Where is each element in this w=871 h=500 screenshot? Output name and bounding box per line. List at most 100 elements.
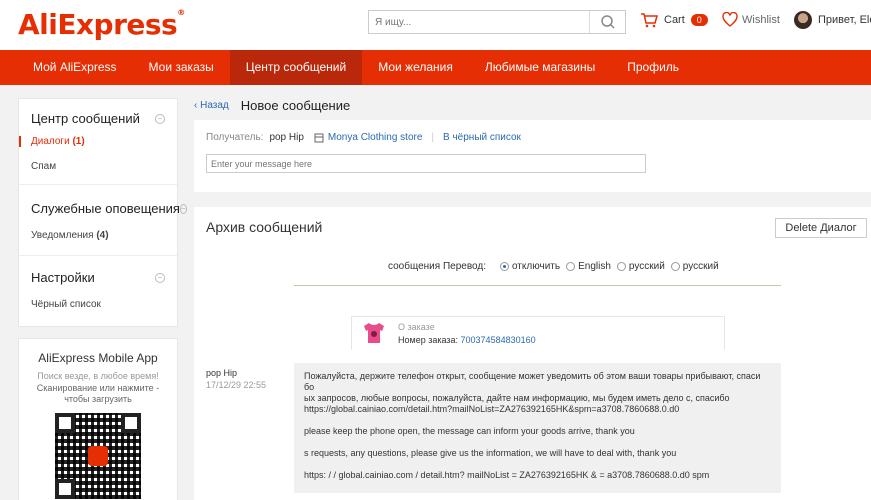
translate-option-label: русский xyxy=(682,261,719,272)
new-message-header: ‹ Назад Новое сообщение xyxy=(194,98,350,113)
divider xyxy=(294,285,781,286)
sidebar-section-settings: Настройки − Чёрный список xyxy=(19,255,177,326)
message-input[interactable] xyxy=(206,154,646,173)
store-icon xyxy=(314,133,324,142)
message-line: s requests, any questions, please give u… xyxy=(304,448,677,458)
translate-radio-off[interactable] xyxy=(499,262,509,271)
notifications-label: Уведомления xyxy=(31,230,94,241)
nav-item-wishlist[interactable]: Мои желания xyxy=(362,50,469,85)
nav-item-my-orders[interactable]: Мои заказы xyxy=(133,50,230,85)
cart-count-badge: 0 xyxy=(690,14,708,26)
order-number-label: Номер заказа: xyxy=(398,335,459,345)
main-nav: Мой AliExpress Мои заказы Центр сообщени… xyxy=(0,50,871,85)
aliexpress-bag-icon xyxy=(88,446,108,466)
delete-dialog-button[interactable]: Delete Диалог xyxy=(775,218,867,238)
nav-item-favorite-stores[interactable]: Любимые магазины xyxy=(469,50,611,85)
qr-corner xyxy=(55,413,75,433)
separator: | xyxy=(431,132,435,143)
cart-link[interactable]: Cart 0 xyxy=(640,12,708,28)
message-time: 17/12/29 22:55 xyxy=(206,380,267,390)
app-promo-title: AliExpress Mobile App xyxy=(38,351,158,365)
search-input[interactable] xyxy=(369,11,589,33)
logo-mark: ® xyxy=(177,8,185,17)
user-menu[interactable]: Привет, Ele xyxy=(794,11,871,29)
app-promo-subtitle: Поиск везде, в любое время! xyxy=(37,371,159,381)
nav-item-my-aliexpress[interactable]: Мой AliExpress xyxy=(0,50,133,85)
order-number-link[interactable]: 700374584830160 xyxy=(461,335,536,345)
sidebar-section-title[interactable]: Настройки − xyxy=(31,270,165,285)
message-line: бо xyxy=(304,382,315,392)
nav-item-message-center[interactable]: Центр сообщений xyxy=(229,50,363,85)
message-gap xyxy=(304,459,771,470)
section-title-text: Служебные оповещения xyxy=(31,201,180,216)
translate-option-label: русский xyxy=(628,261,665,272)
search-button[interactable] xyxy=(589,11,625,33)
translate-options: сообщения Перевод: отключить English рус… xyxy=(388,261,719,272)
app-promo-scan-text: Сканирование или нажмите - чтобы загрузит… xyxy=(19,383,177,405)
section-title-text: Настройки xyxy=(31,270,95,285)
nav-item-profile[interactable]: Профиль xyxy=(611,50,695,85)
order-label: О заказе xyxy=(398,322,435,332)
notifications-count: (4) xyxy=(96,230,109,241)
qr-corner xyxy=(55,479,75,499)
sender-name: pop Hip xyxy=(206,368,238,378)
sidebar-item-dialogs[interactable]: Диалоги (1) xyxy=(19,136,165,147)
translate-option-label: English xyxy=(578,261,611,272)
translate-radio-russian[interactable] xyxy=(616,262,626,271)
new-message-panel: Получатель: pop Hip Monya Clothing store… xyxy=(194,120,871,192)
sidebar-section-title[interactable]: Центр сообщений − xyxy=(31,111,165,126)
sidebar: Центр сообщений − Диалоги (1) Спам Служеб… xyxy=(18,98,187,327)
back-link[interactable]: ‹ Назад xyxy=(194,100,229,111)
message-sender: pop Hip 17/12/29 22:55 xyxy=(206,368,266,390)
sidebar-item-notifications[interactable]: Уведомления (4) xyxy=(31,230,165,241)
message-line: https://global.cainiao.com/detail.htm?ma… xyxy=(304,404,680,414)
recipient-row: Получатель: pop Hip Monya Clothing store… xyxy=(206,132,521,143)
user-greeting: Привет, Ele xyxy=(818,14,871,26)
order-number-row: Номер заказа: 700374584830160 xyxy=(398,335,536,345)
back-label: Назад xyxy=(200,100,229,111)
aliexpress-logo[interactable]: AliExpress® xyxy=(18,8,185,41)
sidebar-section-title[interactable]: Служебные оповещения − xyxy=(31,201,187,216)
cart-label: Cart xyxy=(664,14,685,26)
message-line: ых запросов, любые вопросы, пожалуйста, … xyxy=(304,393,730,403)
translate-option-label: отключить xyxy=(511,261,561,272)
sidebar-section-service: Служебные оповещения − Уведомления (4) xyxy=(19,184,187,255)
wishlist-link[interactable]: Wishlist xyxy=(722,12,780,27)
translate-radio-english[interactable] xyxy=(566,262,576,271)
dialogs-count: (1) xyxy=(72,136,85,147)
message-line: please keep the phone open, the message … xyxy=(304,426,635,436)
translate-label: сообщения Перевод: xyxy=(388,261,486,272)
section-title-text: Центр сообщений xyxy=(31,111,140,126)
translate-radio-russian-2[interactable] xyxy=(670,262,680,271)
store-link[interactable]: Monya Clothing store xyxy=(328,132,423,143)
message-gap xyxy=(304,415,771,426)
cart-icon xyxy=(641,13,658,28)
qr-corner xyxy=(121,413,141,433)
dialogs-label: Диалоги xyxy=(31,136,70,147)
new-message-title: Новое сообщение xyxy=(240,98,351,113)
search-icon xyxy=(600,15,615,29)
wishlist-label: Wishlist xyxy=(742,13,780,26)
scan-line-1: Сканирование или нажмите - xyxy=(36,383,160,393)
product-thumbnail[interactable] xyxy=(362,322,386,344)
logo-text: AliExpress xyxy=(18,8,178,41)
scan-line-2: чтобы загрузить xyxy=(64,394,132,404)
sidebar-section-messages: Центр сообщений − Диалоги (1) Спам xyxy=(19,99,177,184)
collapse-icon[interactable]: − xyxy=(155,272,165,283)
sidebar-item-blacklist[interactable]: Чёрный список xyxy=(31,299,165,310)
message-line: Пожалуйста, держите телефон открыт, сооб… xyxy=(304,371,761,381)
add-to-blacklist-link[interactable]: В чёрный список xyxy=(443,132,521,143)
collapse-icon[interactable]: − xyxy=(155,113,165,124)
message-bubble: Пожалуйста, держите телефон открыт, сооб… xyxy=(294,363,781,493)
message-line: https: / / global.cainiao.com / detail.h… xyxy=(304,470,710,480)
message-archive: Архив сообщений Delete Диалог сообщения … xyxy=(194,207,871,500)
collapse-icon[interactable]: − xyxy=(179,203,187,214)
sidebar-item-spam[interactable]: Спам xyxy=(31,161,165,172)
recipient-label: Получатель: xyxy=(206,132,264,143)
mobile-app-promo: AliExpress Mobile App Поиск везде, в люб… xyxy=(18,338,178,500)
qr-code[interactable] xyxy=(55,413,141,499)
site-header: AliExpress® Cart 0 Wishlist Привет, Ele xyxy=(0,0,871,50)
search-bar xyxy=(368,10,626,34)
message-gap xyxy=(304,437,771,448)
archive-title: Архив сообщений xyxy=(206,219,323,235)
